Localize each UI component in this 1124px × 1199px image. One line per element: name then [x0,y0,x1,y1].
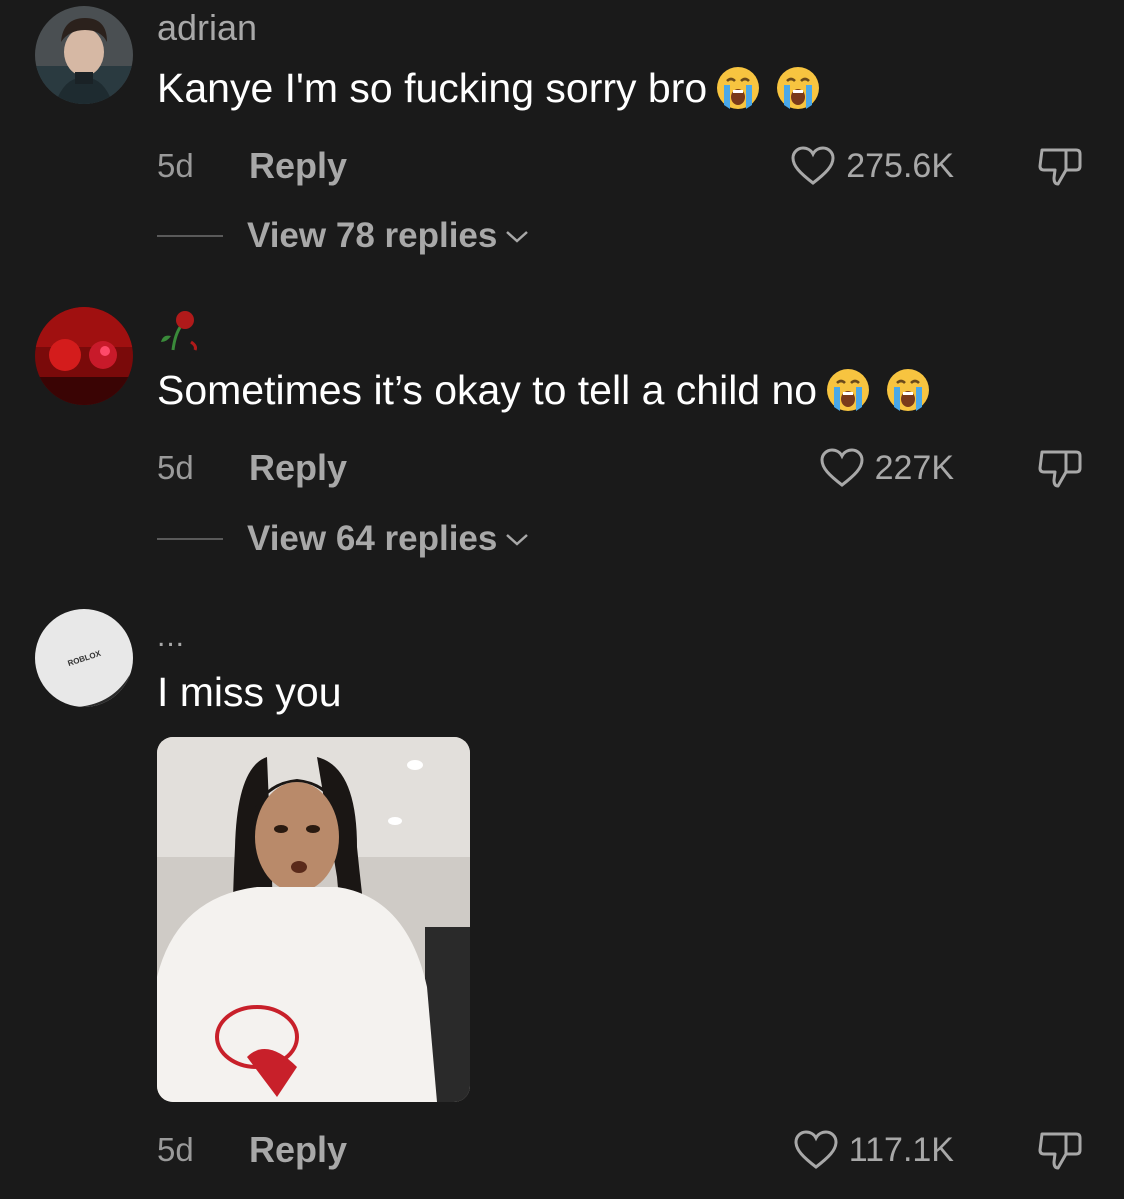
comment-text-body: I miss you [157,669,342,715]
like-button[interactable]: 117.1K [793,1128,954,1172]
timestamp: 5d [157,1131,194,1168]
avatar[interactable]: ROBLOX [35,609,133,707]
like-count: 117.1K [848,1131,954,1169]
comment-photo[interactable] [157,737,470,1102]
thumbs-down-icon [1038,1132,1082,1170]
comment-text: I miss you [157,668,342,716]
dislike-button[interactable] [1036,1126,1084,1179]
comment-meta: 5d Reply 117.1K [157,1128,1084,1172]
username[interactable]: ... [157,622,185,652]
reply-button[interactable]: Reply [249,1130,347,1170]
comment-3: ROBLOX ... I miss you 5d Reply 117.1K [0,0,1124,1199]
heart-icon [794,1130,838,1169]
